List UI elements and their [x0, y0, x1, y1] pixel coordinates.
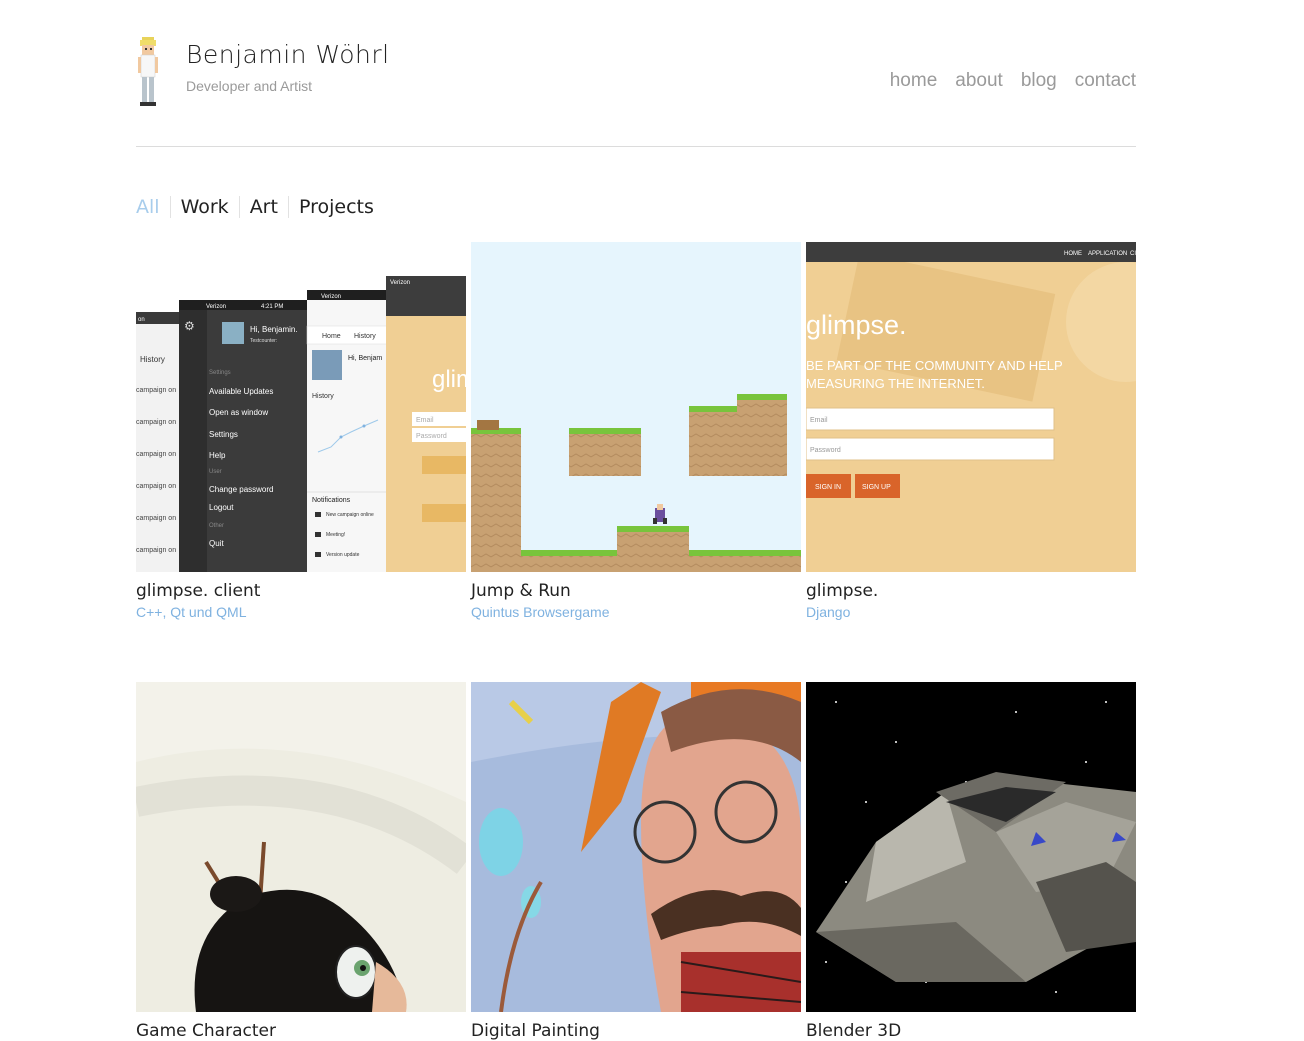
svg-text:User: User: [209, 469, 222, 475]
card-title[interactable]: glimpse.: [806, 581, 1136, 601]
portfolio-card-digital-painting[interactable]: Digital Painting: [471, 682, 801, 1041]
svg-text:SIGN UP: SIGN UP: [862, 484, 891, 491]
svg-text:SIGN IN: SIGN IN: [815, 484, 841, 491]
svg-text:Verizon: Verizon: [321, 294, 341, 300]
back-history-label: History: [140, 355, 165, 364]
site-subtitle: Developer and Artist: [186, 78, 313, 94]
nav-contact-link[interactable]: contact: [1075, 70, 1136, 92]
svg-text:Notifications: Notifications: [312, 497, 351, 504]
card-tags: Django: [806, 604, 851, 620]
filter-work[interactable]: Work: [169, 196, 239, 218]
site-header: Benjamin Wöhrl Developer and Artist home…: [136, 0, 1136, 147]
nav-about-link[interactable]: about: [955, 70, 1003, 92]
card-title[interactable]: glimpse. client: [136, 581, 466, 601]
svg-text:campaign on: campaign on: [136, 547, 176, 554]
svg-text:Hi, Benjam: Hi, Benjam: [348, 355, 382, 362]
filter-projects[interactable]: Projects: [287, 196, 384, 218]
svg-text:Version update: Version update: [326, 552, 360, 558]
svg-text:Email: Email: [810, 417, 828, 424]
card-title[interactable]: Blender 3D: [806, 1021, 1136, 1041]
svg-text:campaign on: campaign on: [136, 387, 176, 394]
card-tags: C++, Qt und QML: [136, 604, 247, 620]
svg-text:Meeting!: Meeting!: [326, 532, 345, 538]
svg-text:History: History: [312, 393, 334, 400]
portfolio-filters: All Work Art Projects: [136, 196, 384, 218]
site-title[interactable]: Benjamin Wöhrl: [186, 40, 390, 69]
svg-text:Password: Password: [810, 447, 841, 454]
svg-text:campaign on: campaign on: [136, 483, 176, 490]
page-container: Benjamin Wöhrl Developer and Artist home…: [136, 0, 1136, 1041]
svg-text:HOME: HOME: [1064, 251, 1082, 257]
svg-text:Testcounter:: Testcounter:: [250, 338, 277, 344]
svg-text:campaign on: campaign on: [136, 419, 176, 426]
svg-text:⚙: ⚙: [184, 319, 195, 333]
svg-text:Logout: Logout: [209, 503, 234, 512]
blender-3d-thumbnail[interactable]: [806, 682, 1136, 1012]
svg-text:Verizon: Verizon: [390, 280, 410, 286]
svg-text:campaign on: campaign on: [136, 451, 176, 458]
card-tags: Quintus Browsergame: [471, 604, 610, 620]
svg-text:Password: Password: [416, 433, 447, 440]
jump-run-thumbnail[interactable]: [471, 242, 801, 572]
svg-text:History: History: [354, 333, 376, 340]
svg-text:Available Updates: Available Updates: [209, 387, 273, 396]
nav-home-link[interactable]: home: [890, 70, 938, 92]
svg-text:Verizon: Verizon: [206, 304, 226, 310]
svg-text:CI: CI: [1130, 251, 1136, 257]
glimpse-thumbnail[interactable]: HOME APPLICATION CI glimpse. BE PART OF …: [806, 242, 1136, 572]
svg-text:Change password: Change password: [209, 485, 273, 494]
pixel-avatar-icon: [138, 37, 158, 106]
svg-text:New campaign online: New campaign online: [326, 512, 374, 518]
portfolio-card-glimpse[interactable]: HOME APPLICATION CI glimpse. BE PART OF …: [806, 242, 1136, 620]
filter-all[interactable]: All: [136, 196, 170, 218]
card-title[interactable]: Game Character: [136, 1021, 466, 1041]
glimpse-client-thumbnail[interactable]: on History campaign on campaign on campa…: [136, 242, 466, 572]
svg-text:Hi, Benjamin.: Hi, Benjamin.: [250, 325, 298, 334]
portfolio-card-jump-run[interactable]: Jump & Run Quintus Browsergame: [471, 242, 801, 620]
svg-text:4:21 PM: 4:21 PM: [261, 304, 283, 310]
game-character-thumbnail[interactable]: [136, 682, 466, 1012]
portfolio-card-game-character[interactable]: Game Character: [136, 682, 466, 1041]
svg-text:Open as window: Open as window: [209, 408, 268, 417]
svg-text:Settings: Settings: [209, 370, 231, 376]
svg-text:Help: Help: [209, 451, 226, 460]
card-title[interactable]: Digital Painting: [471, 1021, 801, 1041]
svg-text:Home: Home: [322, 333, 341, 340]
filter-art[interactable]: Art: [238, 196, 288, 218]
card-title[interactable]: Jump & Run: [471, 581, 801, 601]
svg-text:Other: Other: [209, 523, 224, 529]
portfolio-card-glimpse-client[interactable]: on History campaign on campaign on campa…: [136, 242, 466, 620]
svg-text:glimpse.: glimpse.: [806, 310, 907, 340]
svg-text:on: on: [138, 317, 145, 323]
svg-text:glim: glim: [432, 366, 466, 393]
svg-text:Email: Email: [416, 417, 434, 424]
digital-painting-thumbnail[interactable]: [471, 682, 801, 1012]
svg-text:APPLICATION: APPLICATION: [1088, 251, 1127, 257]
svg-text:campaign on: campaign on: [136, 515, 176, 522]
svg-text:Quit: Quit: [209, 539, 224, 548]
nav-blog-link[interactable]: blog: [1021, 70, 1057, 92]
svg-text:Settings: Settings: [209, 430, 238, 439]
portfolio-card-blender-3d[interactable]: Blender 3D: [806, 682, 1136, 1041]
main-nav: home about blog contact: [890, 70, 1136, 92]
